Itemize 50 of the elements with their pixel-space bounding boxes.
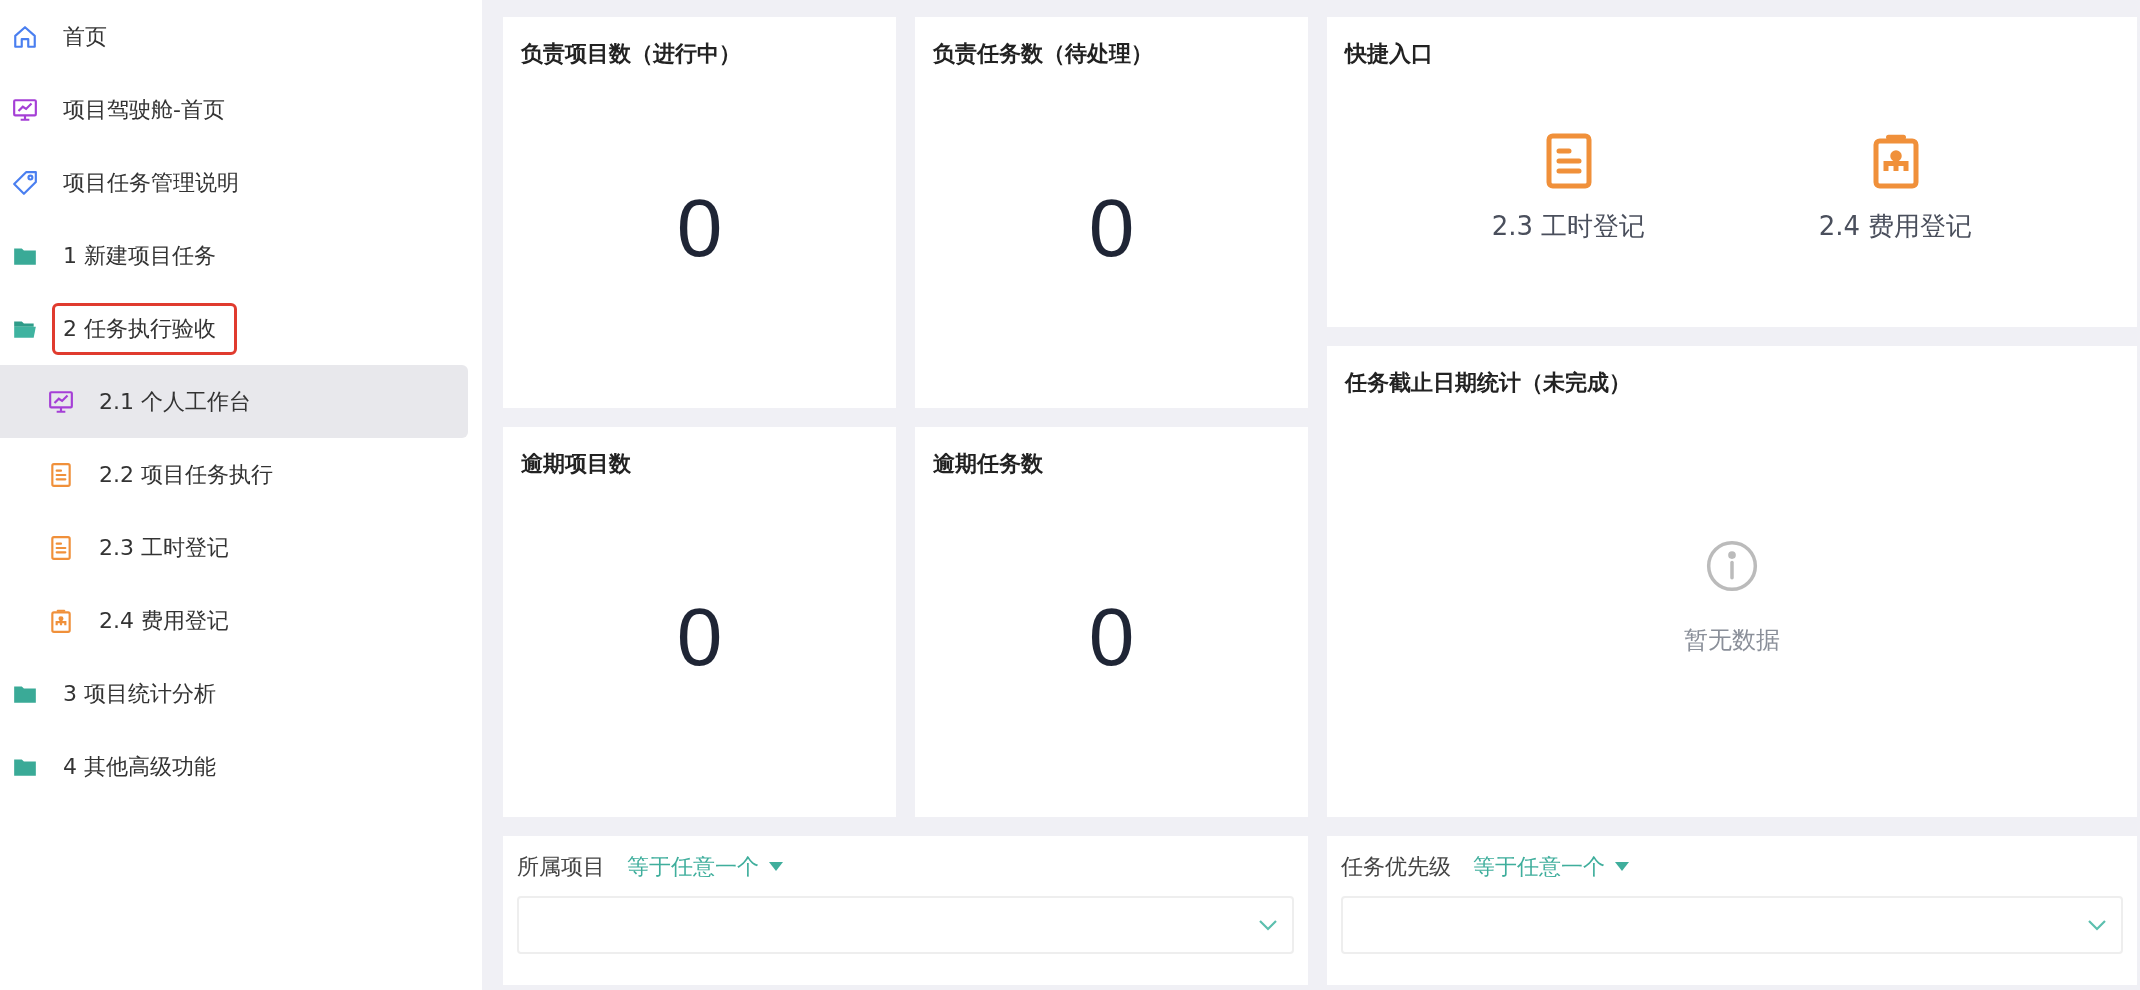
sidebar-item[interactable]: 项目驾驶舱-首页 <box>0 73 468 146</box>
monitor-chart-icon <box>12 96 38 123</box>
card-title: 负责项目数（进行中） <box>521 40 742 68</box>
sidebar-item[interactable]: 3 项目统计分析 <box>0 657 468 730</box>
stat-value: 0 <box>675 590 724 684</box>
home-icon <box>12 23 38 50</box>
select-field[interactable] <box>517 896 1294 954</box>
sidebar-item[interactable]: 首页 <box>0 0 468 73</box>
sidebar-item-label: 2.4 费用登记 <box>98 606 230 635</box>
document-icon <box>48 461 74 488</box>
chevron-down-icon <box>1258 919 1278 931</box>
sidebar-item[interactable]: 2 任务执行验收 <box>0 292 468 365</box>
sidebar-item[interactable]: 1 新建项目任务 <box>0 219 468 292</box>
empty-text: 暂无数据 <box>1684 624 1780 656</box>
sidebar-item-label: 2.1 个人工作台 <box>98 387 252 416</box>
filter-label: 所属项目 <box>517 853 605 881</box>
tag-icon <box>12 169 38 196</box>
clipboard-org-chart-icon <box>48 607 74 634</box>
caret-icon <box>769 862 783 872</box>
sidebar-item[interactable]: 2.4 费用登记 <box>0 584 468 657</box>
sidebar-item[interactable]: 4 其他高级功能 <box>0 730 468 803</box>
sidebar-item-label: 3 项目统计分析 <box>62 679 217 708</box>
quick-entry-link[interactable]: 2.3 工时登记 <box>1491 130 1646 244</box>
stat-value: 0 <box>675 180 724 275</box>
stat-value: 0 <box>1087 180 1136 275</box>
sidebar-item-label: 项目驾驶舱-首页 <box>62 95 226 124</box>
sidebar-item[interactable]: 2.2 项目任务执行 <box>0 438 468 511</box>
sidebar-item-label: 4 其他高级功能 <box>62 752 217 781</box>
sidebar-item-label: 1 新建项目任务 <box>62 241 217 270</box>
chevron-down-icon <box>2087 919 2107 931</box>
card-title: 任务截止日期统计（未完成） <box>1345 369 1632 397</box>
sidebar-item[interactable]: 2.3 工时登记 <box>0 511 468 584</box>
document-icon <box>48 534 74 561</box>
select-field[interactable] <box>1341 896 2123 954</box>
quick-entry-link[interactable]: 2.4 费用登记 <box>1818 130 1973 244</box>
sidebar-item-label: 2 任务执行验收 <box>52 302 237 355</box>
sidebar-item[interactable]: 项目任务管理说明 <box>0 146 468 219</box>
sidebar-item-label: 首页 <box>62 22 108 51</box>
caret-icon <box>1615 862 1629 872</box>
card-title: 逾期项目数 <box>521 450 632 478</box>
filter-label: 任务优先级 <box>1341 853 1451 881</box>
card-title: 快捷入口 <box>1345 40 1434 68</box>
sidebar-item-label: 2.2 项目任务执行 <box>98 460 274 489</box>
sidebar-item-label: 项目任务管理说明 <box>62 168 240 197</box>
card-title: 逾期任务数 <box>933 450 1044 478</box>
monitor-chart-icon <box>48 388 74 415</box>
sidebar-item[interactable]: 2.1 个人工作台 <box>0 365 468 438</box>
card-title: 负责任务数（待处理） <box>933 40 1154 68</box>
sidebar-item-label: 2.3 工时登记 <box>98 533 230 562</box>
stat-value: 0 <box>1087 590 1136 684</box>
